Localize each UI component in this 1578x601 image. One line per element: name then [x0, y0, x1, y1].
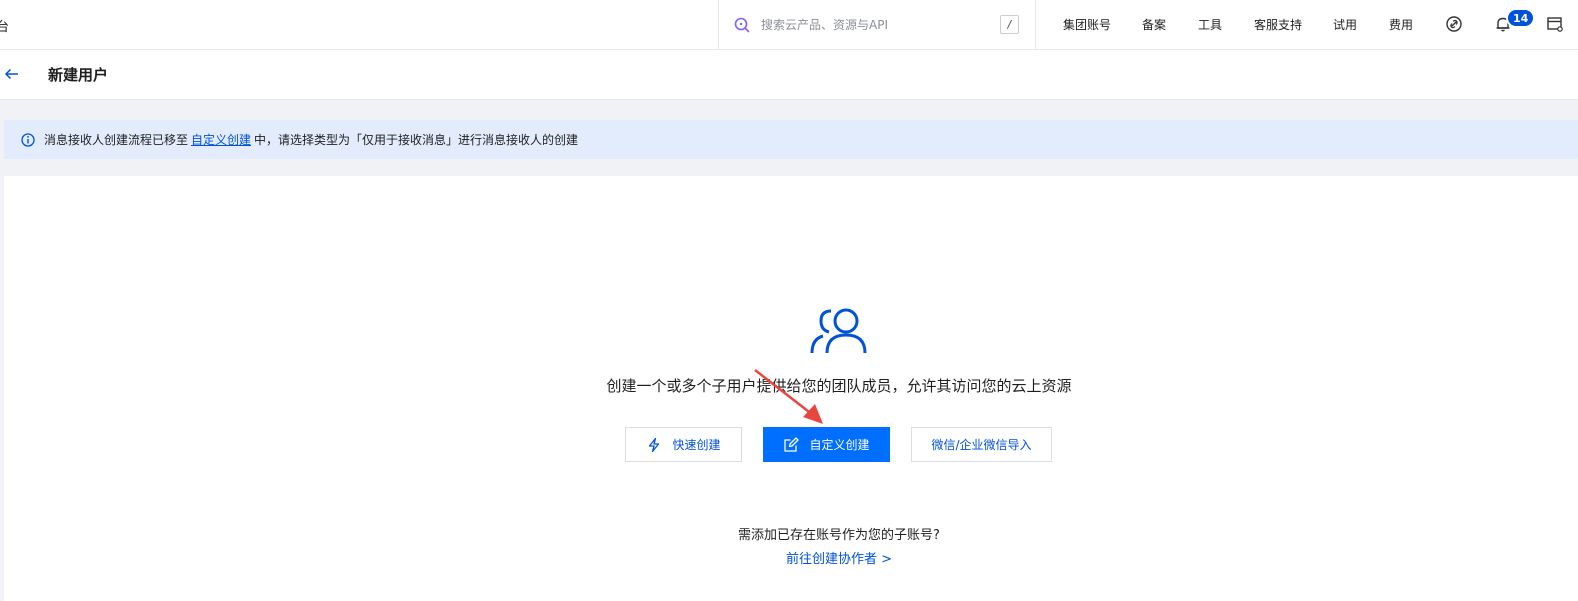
search-icon — [734, 17, 750, 32]
edit-icon — [784, 436, 800, 452]
search-input[interactable]: 搜索云产品、资源与API — [761, 16, 1000, 33]
create-collaborator-link[interactable]: 前往创建协作者 > — [660, 548, 1018, 567]
nav-trial[interactable]: 试用 — [1333, 16, 1357, 33]
nav-filing[interactable]: 备案 — [1142, 16, 1166, 33]
info-icon — [21, 132, 35, 147]
custom-create-label: 自定义创建 — [809, 438, 870, 452]
global-search[interactable]: 搜索云产品、资源与API / — [718, 0, 1036, 49]
users-icon — [810, 308, 867, 354]
notice-text-before: 消息接收人创建流程已移至 — [44, 133, 189, 147]
console-title[interactable]: 台 — [0, 16, 9, 35]
quick-create-label: 快速创建 — [672, 438, 721, 452]
search-shortcut-hint: / — [1000, 15, 1019, 34]
wechat-import-label: 微信/企业微信导入 — [931, 438, 1032, 452]
notification-badge: 14 — [1506, 8, 1536, 28]
existing-account-question: 需添加已存在账号作为您的子账号? — [738, 528, 940, 543]
nav-group-account[interactable]: 集团账号 — [1063, 16, 1111, 33]
page-title: 新建用户 — [48, 66, 109, 84]
wechat-import-button[interactable]: 微信/企业微信导入 — [911, 427, 1052, 462]
custom-create-button[interactable]: 自定义创建 — [763, 427, 890, 462]
notice-text-after: 中，请选择类型为「仅用于接收消息」进行消息接收人的创建 — [254, 133, 579, 147]
nav-tools[interactable]: 工具 — [1198, 16, 1222, 33]
link-icon[interactable] — [1444, 14, 1464, 34]
nav-billing[interactable]: 费用 — [1389, 16, 1413, 33]
top-bar: 台 搜索云产品、资源与API / 集团账号 备案 工具 客服支持 试用 费用 1… — [0, 0, 1578, 50]
settings-window-icon[interactable] — [1545, 14, 1565, 34]
arrow-left-icon[interactable] — [4, 66, 20, 82]
quick-create-button[interactable]: 快速创建 — [625, 427, 742, 462]
page-header: 新建用户 — [0, 50, 1578, 100]
info-notice: 消息接收人创建流程已移至 自定义创建 中，请选择类型为「仅用于接收消息」进行消息… — [4, 120, 1578, 159]
create-user-description: 创建一个或多个子用户提供给您的团队成员，允许其访问您的云上资源 — [606, 377, 1072, 395]
notice-custom-create-link[interactable]: 自定义创建 — [191, 131, 251, 148]
lightning-icon — [649, 437, 660, 452]
nav-support[interactable]: 客服支持 — [1254, 16, 1302, 33]
